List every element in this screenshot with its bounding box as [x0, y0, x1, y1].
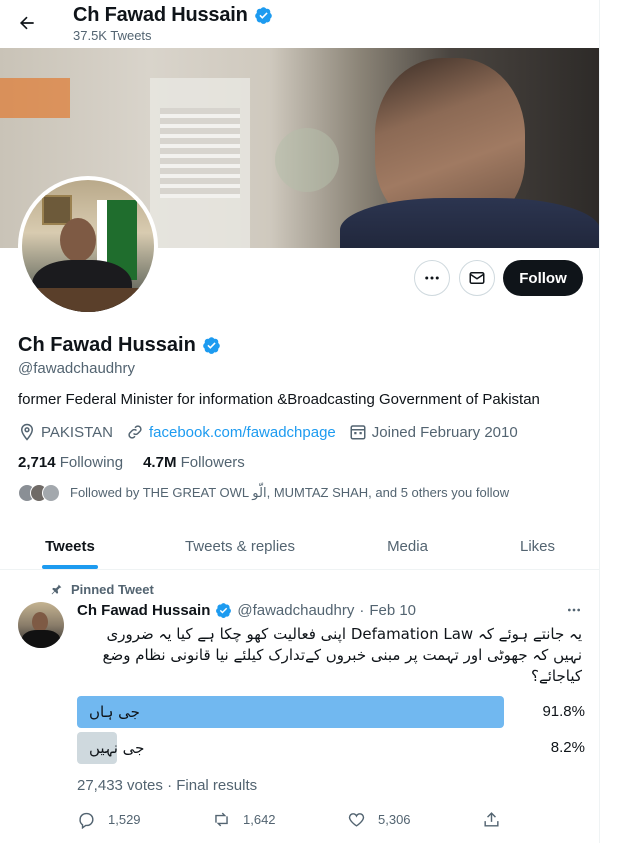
profile-page: Ch Fawad Hussain 37.5K Tweets Follow Ch … [0, 0, 600, 843]
tab-tweets-replies[interactable]: Tweets & replies [140, 524, 340, 569]
like-count: 5,306 [378, 811, 411, 827]
tweet-actions: 1,529 1,642 5,306 [77, 808, 507, 830]
tweet-author-name[interactable]: Ch Fawad Hussain [77, 602, 210, 619]
heart-icon [348, 812, 365, 827]
followers-link[interactable]: 4.7M Followers [143, 454, 245, 471]
pinned-label-row: Pinned Tweet [50, 582, 154, 597]
like-button[interactable]: 5,306 [347, 808, 482, 830]
pin-icon [51, 584, 62, 595]
back-button[interactable] [10, 6, 44, 40]
location-pin-icon [20, 423, 34, 441]
arrow-left-icon [19, 16, 34, 30]
poll-option-percent: 8.2% [550, 739, 585, 756]
profile-name-row: Ch Fawad Hussain [18, 334, 221, 357]
joined-item: Joined February 2010 [349, 423, 518, 441]
avatar-image [22, 180, 154, 312]
retweet-button[interactable]: 1,642 [212, 808, 347, 830]
tab-likes[interactable]: Likes [475, 524, 599, 569]
location-item: PAKISTAN [18, 423, 113, 441]
top-bar: Ch Fawad Hussain 37.5K Tweets [0, 0, 599, 48]
ellipsis-icon [425, 276, 439, 280]
reply-count: 1,529 [108, 811, 141, 827]
verified-badge-icon [216, 603, 232, 619]
tweet-author-avatar[interactable] [18, 602, 64, 648]
profile-bio: former Federal Minister for information … [18, 391, 540, 408]
profile-handle: @fawadchaudhry [18, 360, 135, 377]
tweet-count: 37.5K Tweets [73, 28, 152, 43]
calendar-icon [350, 425, 366, 440]
profile-avatar[interactable] [18, 176, 158, 316]
location-text: PAKISTAN [41, 423, 113, 441]
poll-option-label: جی ہاں [89, 703, 140, 721]
more-options-button[interactable] [414, 260, 450, 296]
poll-status: Final results [176, 777, 258, 794]
tweet-separator: · [359, 602, 365, 619]
ellipsis-icon [568, 608, 580, 612]
tweet-more-button[interactable] [562, 598, 586, 622]
follower-avatars [18, 484, 60, 502]
verified-badge-icon [203, 337, 220, 354]
message-button[interactable] [459, 260, 495, 296]
poll-votes: 27,433 votes [77, 777, 163, 794]
tweet-text: یہ جانتے ہوئے کہ Defamation Law اپنی فعا… [102, 625, 582, 685]
poll-option-percent: 91.8% [542, 703, 585, 720]
tweet-date[interactable]: Feb 10 [369, 602, 416, 619]
retweet-icon [215, 812, 228, 826]
following-link[interactable]: 2,714 Following [18, 454, 123, 471]
verified-badge-icon [254, 7, 272, 24]
profile-name: Ch Fawad Hussain [18, 334, 196, 356]
followed-by[interactable]: Followed by THE GREAT OWL الّو, MUMTAZ S… [18, 484, 509, 502]
tab-tweets[interactable]: Tweets [0, 524, 140, 569]
header-name: Ch Fawad Hussain [73, 4, 248, 26]
poll-option: جی نہیں 8.2% [77, 732, 585, 764]
pinned-label: Pinned Tweet [71, 582, 154, 597]
poll-option: جی ہاں 91.8% [77, 696, 585, 728]
retweet-count: 1,642 [243, 811, 276, 827]
link-icon [128, 425, 142, 439]
envelope-icon [469, 272, 485, 284]
joined-text: Joined February 2010 [371, 423, 518, 441]
tweet-header: Ch Fawad Hussain @fawadchaudhry · Feb 10 [77, 602, 416, 619]
reply-icon [79, 812, 94, 829]
tab-media[interactable]: Media [340, 524, 475, 569]
poll-meta: 27,433 votes · Final results [77, 777, 258, 794]
website-link[interactable]: facebook.com/fawadchpage [149, 424, 336, 441]
tweet-author-handle[interactable]: @fawadchaudhry [237, 602, 354, 619]
header-name-row: Ch Fawad Hussain [73, 4, 273, 27]
website-item: facebook.com/fawadchpage [126, 423, 336, 441]
follow-button[interactable]: Follow [503, 260, 583, 296]
profile-tabs: Tweets Tweets & replies Media Likes [0, 524, 599, 570]
share-icon [484, 811, 499, 827]
profile-meta: PAKISTAN facebook.com/fawadchpage Joined… [18, 423, 531, 441]
share-button[interactable] [482, 808, 501, 830]
poll-bar [77, 696, 504, 728]
followed-by-text: Followed by THE GREAT OWL الّو, MUMTAZ S… [70, 485, 510, 500]
poll-option-label: جی نہیں [89, 739, 145, 757]
reply-button[interactable]: 1,529 [77, 808, 212, 830]
follow-stats: 2,714 Following 4.7M Followers [18, 454, 245, 471]
